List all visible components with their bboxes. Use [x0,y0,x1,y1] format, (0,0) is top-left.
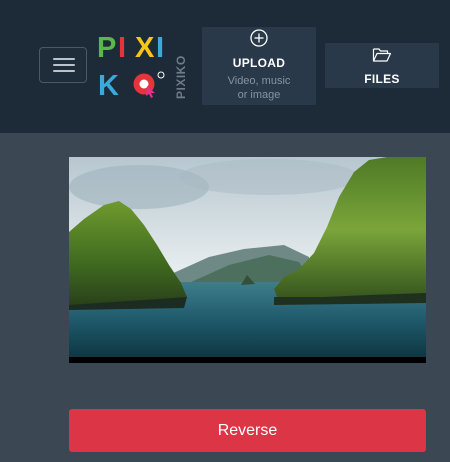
logo-letter-i: I [118,32,126,64]
files-title: FILES [364,72,400,86]
folder-open-icon [372,46,392,69]
hamburger-menu-button[interactable] [39,47,87,83]
upload-subtitle-line2: or image [237,89,281,101]
logo-letter-x: X [135,32,155,64]
registered-mark-icon [157,71,165,79]
logo-letter-p: P [97,32,116,64]
upload-button[interactable]: UPLOAD Video, music or image [202,27,316,105]
files-button[interactable]: FILES [325,43,439,88]
menu-line-icon [53,70,75,72]
logo-letter-i2: I [156,32,164,64]
upload-title: UPLOAD [232,56,286,70]
menu-line-icon [53,64,75,66]
pixiko-logo[interactable]: P I X I K PIXIKO [97,31,192,102]
upload-subtitle: Video, music or image [202,74,316,102]
logo-letter-k: K [98,70,119,101]
plus-circle-icon [249,28,269,53]
upload-subtitle-line1: Video, music [227,75,291,87]
video-bottom-bar [69,357,426,363]
video-preview[interactable] [69,157,426,363]
logo-vertical-text: PIXIKO [174,55,188,99]
header: P I X I K PIXIKO UPLOAD Video, music or … [0,0,450,133]
menu-line-icon [53,58,75,60]
reverse-button[interactable]: Reverse [69,409,426,452]
